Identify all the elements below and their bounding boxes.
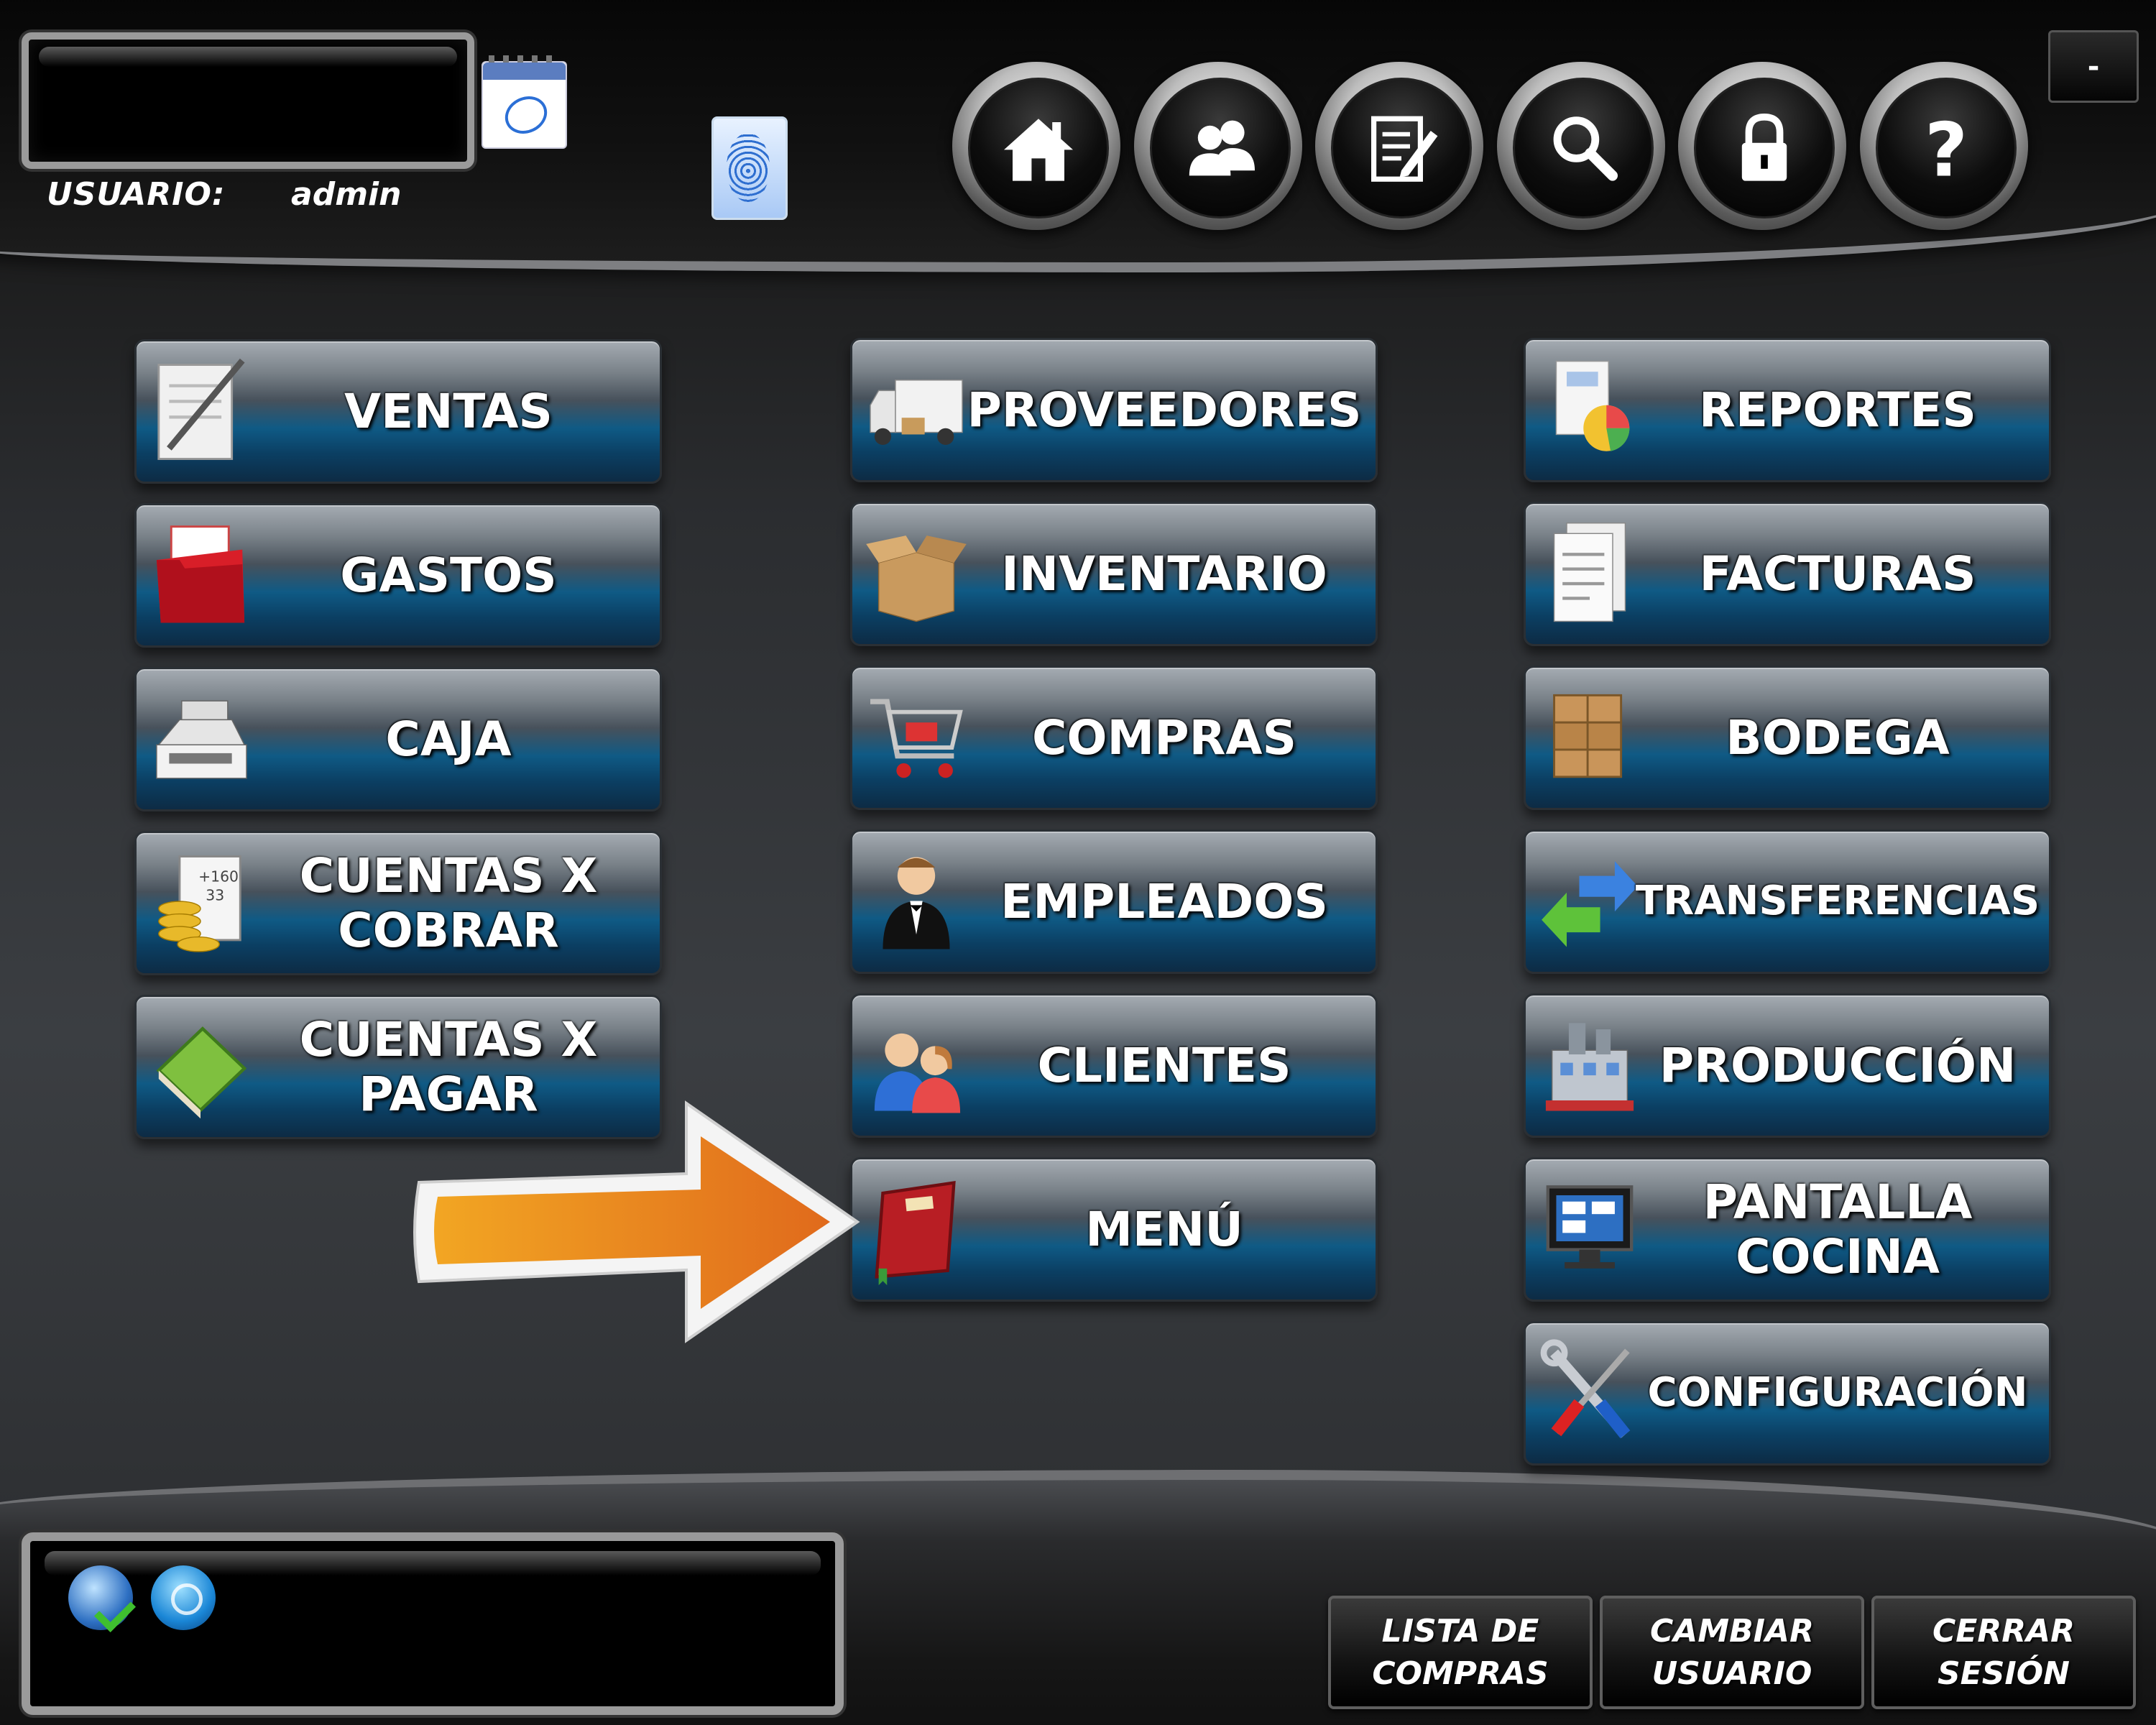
caja-label: CAJA [385,711,512,767]
notes-button[interactable] [1315,62,1483,230]
shopping-cart-icon [870,699,963,778]
produccion-button[interactable]: PRODUCCIÓN [1524,993,2051,1138]
notepad-icon [1371,116,1438,182]
top-display-panel [22,32,474,169]
invoice-icon [1553,522,1626,622]
question-mark-icon: ? [1925,107,1968,191]
status-panel [22,1532,844,1715]
caja-button[interactable]: CAJA [134,667,662,811]
delivery-truck-icon [870,380,963,445]
wireless-icon [151,1565,216,1630]
clientes-label: CLIENTES [1037,1037,1291,1093]
main-window: USUARIO: admin ? - VENTAS GASTOS CAJA +1… [0,0,2156,1725]
svg-text:33: 33 [206,887,224,904]
monitor-icon [1546,1185,1634,1269]
user-name: admin [291,176,402,213]
minimize-button[interactable]: - [2048,30,2139,103]
globe-check-icon [68,1565,136,1632]
inventario-button[interactable]: INVENTARIO [850,502,1378,646]
gastos-button[interactable]: GASTOS [134,503,662,648]
reportes-button[interactable]: REPORTES [1524,338,2051,482]
coins-calculation-icon: +160 33 [158,855,241,952]
compras-label: COMPRAS [1031,709,1297,765]
lock-icon [1741,113,1787,181]
ventas-button[interactable]: VENTAS [134,339,662,484]
compras-button[interactable]: COMPRAS [850,666,1378,810]
green-book-icon [156,1026,247,1119]
tools-icon [1540,1339,1631,1439]
calendar-icon[interactable] [482,55,567,149]
reportes-label: REPORTES [1699,382,1976,438]
bodega-button[interactable]: BODEGA [1524,666,2051,810]
arrow-pointer-icon [413,1100,860,1343]
search-button[interactable] [1497,62,1665,230]
users-icon [1189,120,1255,176]
inventario-label: INVENTARIO [1001,546,1327,602]
open-box-icon [866,535,967,622]
svg-text:?: ? [1925,107,1968,191]
proveedores-button[interactable]: PROVEEDORES [850,338,1378,482]
produccion-label: PRODUCCIÓN [1659,1037,2017,1093]
configuracion-label: CONFIGURACIÓN [1647,1369,2028,1417]
cash-register-icon [156,700,247,779]
cuentas-x-cobrar-label: CUENTAS X COBRAR [299,847,598,958]
ventas-label: VENTAS [344,383,553,439]
lock-button[interactable] [1678,62,1846,230]
report-chart-icon [1555,360,1630,451]
home-icon [1004,119,1073,181]
facturas-button[interactable]: FACTURAS [1524,502,2051,646]
proveedores-label: PROVEEDORES [967,382,1362,438]
magnifier-icon [1553,116,1618,181]
cuentas-x-cobrar-button[interactable]: +160 33 CUENTAS X COBRAR [134,831,662,975]
cerrar-sesion-button[interactable]: CERRAR SESIÓN [1871,1596,2136,1709]
waiter-icon [883,857,950,949]
pen-paper-icon [157,358,245,460]
users-button[interactable] [1134,62,1302,230]
bodega-label: BODEGA [1726,709,1950,765]
home-button[interactable] [952,62,1120,230]
menu-label: MENÚ [1085,1201,1243,1257]
menu-button[interactable]: MENÚ [850,1157,1378,1302]
configuracion-button[interactable]: CONFIGURACIÓN [1524,1321,2051,1466]
user-label: USUARIO: [47,176,226,213]
transferencias-button[interactable]: TRANSFERENCIAS [1524,829,2051,974]
empleados-label: EMPLEADOS [1000,873,1328,929]
transferencias-label: TRANSFERENCIAS [1635,878,2040,925]
help-button[interactable]: ? [1860,62,2028,230]
boxes-icon [1553,694,1623,778]
svg-text:+160: +160 [198,868,239,885]
lista-de-compras-button[interactable]: LISTA DE COMPRAS [1328,1596,1593,1709]
menu-book-icon [875,1180,956,1286]
transfer-arrows-icon [1542,861,1638,947]
pantalla-cocina-button[interactable]: PANTALLA COCINA [1524,1157,2051,1302]
customers-icon [874,1033,961,1113]
facturas-label: FACTURAS [1699,546,1976,602]
gastos-label: GASTOS [340,547,557,603]
pantalla-cocina-label: PANTALLA COCINA [1703,1174,1973,1284]
fingerprint-icon[interactable] [711,116,788,220]
cambiar-usuario-button[interactable]: CAMBIAR USUARIO [1600,1596,1864,1709]
red-folder-icon [156,525,245,623]
empleados-button[interactable]: EMPLEADOS [850,829,1378,974]
clientes-button[interactable]: CLIENTES [850,993,1378,1138]
factory-icon [1545,1023,1634,1111]
